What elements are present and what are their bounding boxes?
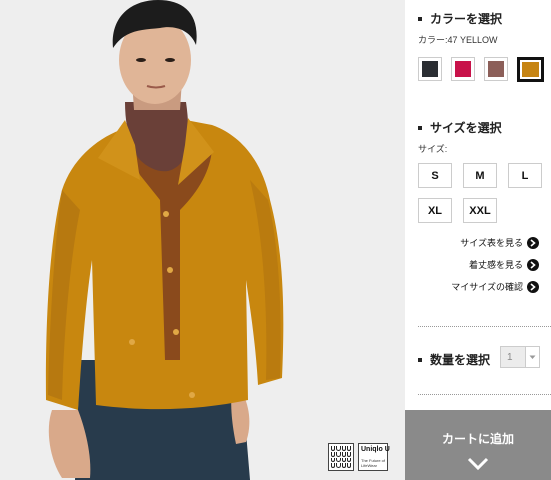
color-swatch-yellow[interactable] xyxy=(517,57,544,82)
quantity-section-title: 数量を選択 xyxy=(418,351,490,368)
fit-link[interactable]: 着丈感を見る xyxy=(469,258,539,271)
chevron-right-icon xyxy=(527,280,539,293)
size-chart-link-text: サイズ表を見る xyxy=(460,238,523,248)
add-to-cart-button[interactable]: カートに追加 xyxy=(405,410,551,480)
swatch-fill xyxy=(488,61,504,77)
size-button-s[interactable]: S xyxy=(418,163,452,188)
swatch-fill xyxy=(422,61,438,77)
swatch-fill xyxy=(522,62,539,77)
color-section-title: カラーを選択 xyxy=(418,10,502,27)
model-wearing-jacket-illustration xyxy=(45,0,284,480)
brand-badges: Uniqlo U The Future of LifeWear xyxy=(328,443,390,471)
color-swatches xyxy=(418,57,544,82)
uniqlo-u-logo-title: Uniqlo U xyxy=(361,446,390,453)
size-section-title: サイズを選択 xyxy=(418,119,502,136)
size-label: サイズ: xyxy=(418,144,448,154)
uniqlo-u-logo-tagline: The Future of LifeWear xyxy=(361,458,386,468)
my-size-link[interactable]: マイサイズの確認 xyxy=(451,280,539,293)
chevron-right-icon xyxy=(527,258,539,271)
product-photo: Uniqlo U The Future of LifeWear xyxy=(0,0,405,480)
bullet-icon xyxy=(418,125,422,130)
chevron-down-icon xyxy=(525,347,539,367)
size-row-2: XL XXL xyxy=(418,198,497,223)
color-swatch-brown[interactable] xyxy=(484,57,508,81)
purchase-panel: カラーを選択 カラー:47 YELLOW サイズを選択 サイズ: S M L X… xyxy=(405,0,551,480)
size-button-m[interactable]: M xyxy=(463,163,497,188)
uuu-logo xyxy=(328,443,354,471)
color-section-title-text: カラーを選択 xyxy=(430,12,503,26)
size-chart-link[interactable]: サイズ表を見る xyxy=(460,236,539,249)
divider xyxy=(418,394,551,395)
swatch-fill xyxy=(455,61,471,77)
my-size-link-text: マイサイズの確認 xyxy=(451,282,523,292)
quantity-value: 1 xyxy=(507,351,513,363)
size-button-xxl[interactable]: XXL xyxy=(463,198,497,223)
quantity-section-title-text: 数量を選択 xyxy=(430,353,491,367)
uniqlo-u-logo: Uniqlo U The Future of LifeWear xyxy=(358,443,390,471)
bullet-icon xyxy=(418,357,422,362)
size-button-l[interactable]: L xyxy=(508,163,542,188)
add-to-cart-label: カートに追加 xyxy=(441,432,514,446)
bullet-icon xyxy=(418,16,422,21)
quantity-select[interactable]: 1 xyxy=(500,346,540,368)
size-button-xl[interactable]: XL xyxy=(418,198,452,223)
size-help-links: サイズ表を見る 着丈感を見る マイサイズの確認 xyxy=(451,236,539,293)
chevron-down-icon xyxy=(467,457,489,476)
fit-link-text: 着丈感を見る xyxy=(468,260,523,270)
color-swatch-black[interactable] xyxy=(418,57,442,81)
divider xyxy=(418,326,551,327)
color-swatch-red[interactable] xyxy=(451,57,475,81)
chevron-right-icon xyxy=(527,236,539,249)
size-row-1: S M L xyxy=(418,163,542,188)
selected-color-label: カラー:47 YELLOW xyxy=(418,35,498,45)
size-section-title-text: サイズを選択 xyxy=(430,121,502,135)
